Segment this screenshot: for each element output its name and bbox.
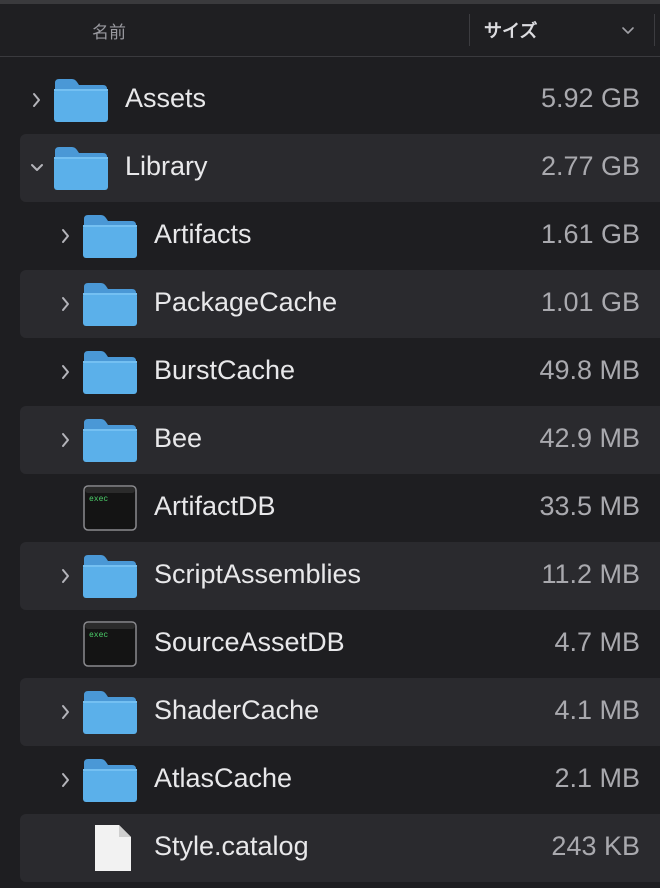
finder-list-window: 名前 サイズ Assets 5.92 GB Library 2.77 GB Artifa… (0, 0, 660, 888)
file-size: 1.61 GB (540, 219, 640, 249)
folder-icon (54, 147, 108, 190)
list-item[interactable]: exec SourceAssetDB 4.7 MB (20, 610, 660, 678)
list-item[interactable]: Bee 42.9 MB (20, 406, 660, 474)
document-icon (95, 825, 131, 871)
file-name: Artifacts (154, 219, 252, 249)
file-list: Assets 5.92 GB Library 2.77 GB Artifacts 1.61… (0, 66, 660, 882)
list-item[interactable]: AtlasCache 2.1 MB (20, 746, 660, 814)
file-size: 243 KB (551, 831, 640, 861)
exec-file-icon: exec (83, 485, 137, 531)
file-name: Library (125, 151, 208, 181)
chevron-right-icon[interactable] (59, 770, 73, 790)
list-item[interactable]: ScriptAssemblies 11.2 MB (20, 542, 660, 610)
folder-icon (83, 419, 137, 462)
list-item[interactable]: BurstCache 49.8 MB (20, 338, 660, 406)
list-item[interactable]: Style.catalog 243 KB (20, 814, 660, 882)
folder-icon (83, 555, 137, 598)
chevron-down-icon[interactable] (620, 22, 636, 38)
size-column-header[interactable]: サイズ (484, 17, 537, 43)
file-size: 4.7 MB (554, 627, 640, 657)
file-size: 42.9 MB (539, 423, 640, 453)
folder-icon (83, 691, 137, 734)
folder-icon (83, 351, 137, 394)
file-name: Style.catalog (154, 831, 309, 861)
folder-icon (83, 759, 137, 802)
chevron-right-icon[interactable] (59, 294, 73, 314)
chevron-right-icon[interactable] (59, 702, 73, 722)
exec-label: exec (89, 631, 108, 640)
file-name: BurstCache (154, 355, 296, 385)
list-item[interactable]: Library 2.77 GB (20, 134, 660, 202)
column-header: 名前 サイズ (0, 4, 660, 57)
exec-file-icon: exec (83, 621, 137, 667)
file-name: Bee (154, 423, 203, 453)
chevron-right-icon[interactable] (59, 226, 73, 246)
file-size: 2.77 GB (540, 151, 640, 181)
list-item[interactable]: Assets 5.92 GB (20, 66, 660, 134)
file-name: ShaderCache (154, 695, 320, 725)
file-name: PackageCache (154, 287, 338, 317)
file-size: 1.01 GB (540, 287, 640, 317)
list-item[interactable]: exec ArtifactDB 33.5 MB (20, 474, 660, 542)
file-size: 33.5 MB (539, 491, 640, 521)
chevron-down-icon[interactable] (30, 158, 44, 178)
column-divider[interactable] (654, 14, 655, 46)
list-item[interactable]: Artifacts 1.61 GB (20, 202, 660, 270)
folder-icon (83, 283, 137, 326)
file-size: 49.8 MB (539, 355, 640, 385)
list-item[interactable]: ShaderCache 4.1 MB (20, 678, 660, 746)
file-size: 11.2 MB (541, 559, 640, 589)
chevron-right-icon[interactable] (30, 90, 44, 110)
chevron-right-icon[interactable] (59, 566, 73, 586)
chevron-right-icon[interactable] (59, 430, 73, 450)
file-size: 5.92 GB (540, 83, 640, 113)
file-name: Assets (125, 83, 207, 113)
file-size: 2.1 MB (554, 763, 640, 793)
file-name: ArtifactDB (154, 491, 276, 521)
file-name: SourceAssetDB (154, 627, 345, 657)
folder-icon (83, 215, 137, 258)
file-name: ScriptAssemblies (154, 559, 362, 589)
file-size: 4.1 MB (554, 695, 640, 725)
file-name: AtlasCache (154, 763, 293, 793)
exec-label: exec (89, 495, 108, 504)
list-item[interactable]: PackageCache 1.01 GB (20, 270, 660, 338)
column-divider[interactable] (469, 14, 470, 46)
chevron-right-icon[interactable] (59, 362, 73, 382)
name-column-header[interactable]: 名前 (92, 18, 126, 43)
folder-icon (54, 79, 108, 122)
